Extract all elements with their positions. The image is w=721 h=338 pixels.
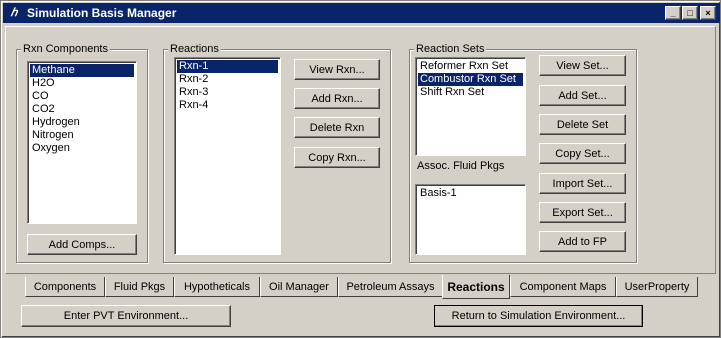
rxn-components-legend: Rxn Components	[21, 43, 110, 55]
list-item-reaction-set[interactable]: Shift Rxn Set	[418, 86, 523, 99]
reaction-sets-list[interactable]: Reformer Rxn Set Combustor Rxn Set Shift R…	[415, 57, 526, 156]
delete-set-button[interactable]: Delete Set	[539, 114, 626, 135]
list-item-reaction[interactable]: Rxn-1	[177, 60, 278, 73]
minimize-button[interactable]: _	[665, 6, 681, 20]
copy-set-button[interactable]: Copy Set...	[539, 143, 626, 164]
list-item-component[interactable]: Methane	[30, 64, 134, 77]
list-item-component[interactable]: CO2	[30, 103, 134, 116]
tab-components[interactable]: Components	[25, 277, 105, 297]
export-set-button[interactable]: Export Set...	[539, 202, 626, 223]
tab-reactions[interactable]: Reactions	[442, 275, 510, 299]
delete-rxn-button[interactable]: Delete Rxn	[294, 117, 380, 138]
enter-pvt-environment-button[interactable]: Enter PVT Environment...	[21, 305, 231, 327]
list-item-reaction[interactable]: Rxn-2	[177, 73, 278, 86]
assoc-fluid-pkgs-list[interactable]: Basis-1	[415, 184, 526, 255]
tab-component-maps[interactable]: Component Maps	[510, 277, 616, 297]
copy-rxn-button[interactable]: Copy Rxn...	[294, 147, 380, 168]
view-set-button[interactable]: View Set...	[539, 55, 626, 76]
tab-oil-manager[interactable]: Oil Manager	[260, 277, 338, 297]
add-comps-button[interactable]: Add Comps...	[27, 234, 137, 255]
return-to-simulation-environment-button[interactable]: Return to Simulation Environment...	[434, 305, 643, 327]
simulation-basis-manager-window: ℎ Simulation Basis Manager _ □ × Rxn Com…	[0, 0, 721, 338]
list-item-fluid-pkg[interactable]: Basis-1	[418, 187, 523, 200]
list-item-component[interactable]: CO	[30, 90, 134, 103]
add-to-fp-button[interactable]: Add to FP	[539, 231, 626, 252]
reactions-legend: Reactions	[168, 43, 221, 55]
window-title: Simulation Basis Manager	[27, 6, 177, 20]
import-set-button[interactable]: Import Set...	[539, 173, 626, 194]
list-item-reaction[interactable]: Rxn-4	[177, 99, 278, 112]
close-button[interactable]: ×	[700, 6, 716, 20]
reactions-page-panel: Rxn Components Methane H2O CO CO2 Hydrogen Ni…	[5, 26, 716, 274]
tab-userproperty[interactable]: UserProperty	[616, 277, 698, 297]
list-item-component[interactable]: Nitrogen	[30, 129, 134, 142]
list-item-component[interactable]: Oxygen	[30, 142, 134, 155]
list-item-component[interactable]: H2O	[30, 77, 134, 90]
rxn-components-list[interactable]: Methane H2O CO CO2 Hydrogen Nitrogen Oxygen	[27, 61, 137, 224]
view-rxn-button[interactable]: View Rxn...	[294, 59, 380, 80]
reactions-list[interactable]: Rxn-1 Rxn-2 Rxn-3 Rxn-4	[174, 57, 281, 255]
maximize-button[interactable]: □	[682, 6, 698, 20]
list-item-component[interactable]: Hydrogen	[30, 116, 134, 129]
tab-fluid-pkgs[interactable]: Fluid Pkgs	[105, 277, 174, 297]
assoc-fluid-pkgs-label: Assoc. Fluid Pkgs	[417, 160, 505, 172]
title-bar[interactable]: ℎ Simulation Basis Manager _ □ ×	[3, 3, 720, 23]
add-set-button[interactable]: Add Set...	[539, 85, 626, 106]
add-rxn-button[interactable]: Add Rxn...	[294, 88, 380, 109]
hysys-app-icon[interactable]: ℎ	[8, 6, 20, 20]
reaction-sets-legend: Reaction Sets	[414, 43, 487, 55]
tab-hypotheticals[interactable]: Hypotheticals	[174, 277, 260, 297]
tab-petroleum-assays[interactable]: Petroleum Assays	[338, 277, 443, 297]
list-item-reaction-set[interactable]: Combustor Rxn Set	[418, 73, 523, 86]
list-item-reaction[interactable]: Rxn-3	[177, 86, 278, 99]
list-item-reaction-set[interactable]: Reformer Rxn Set	[418, 60, 523, 73]
